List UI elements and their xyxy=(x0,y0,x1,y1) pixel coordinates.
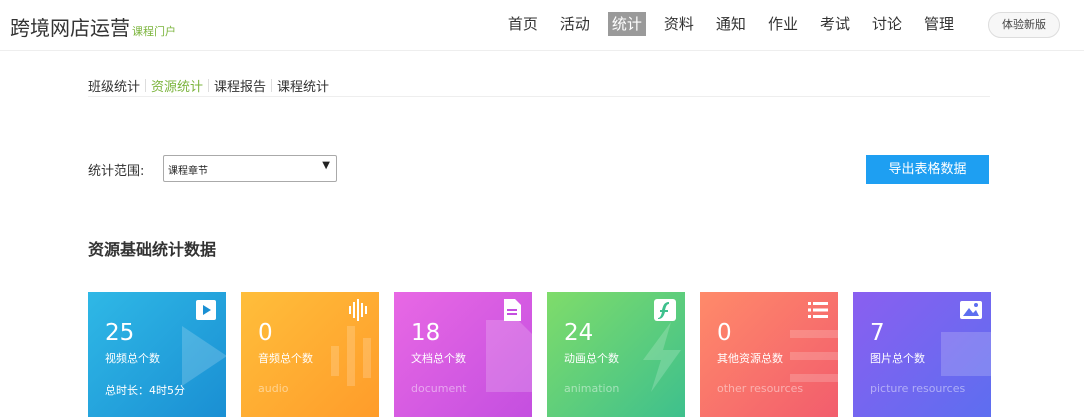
stat-label: 动画总个数 xyxy=(564,352,619,365)
nav-home[interactable]: 首页 xyxy=(504,12,542,36)
stat-extra: document xyxy=(411,382,467,395)
document-bg-icon xyxy=(486,320,532,392)
course-title: 跨境网店运营 课程门户 xyxy=(10,12,176,41)
stat-card-other[interactable]: 0 其他资源总数 other resources xyxy=(700,292,838,417)
subnav-divider xyxy=(145,78,147,92)
subnav-divider xyxy=(208,78,210,92)
stat-label: 视频总个数 xyxy=(105,352,160,365)
stat-extra: 总时长：4时5分 xyxy=(105,384,185,397)
main-nav: 首页 活动 统计 资料 通知 作业 考试 讨论 管理 xyxy=(504,12,958,36)
export-table-button[interactable]: 导出表格数据 xyxy=(866,155,989,184)
nav-discussion[interactable]: 讨论 xyxy=(868,12,906,36)
stat-count: 18 xyxy=(411,320,441,346)
stat-card-video[interactable]: 25 视频总个数 总时长：4时5分 xyxy=(88,292,226,417)
stat-label: 其他资源总数 xyxy=(717,352,783,365)
section-title: 资源基础统计数据 xyxy=(88,240,217,259)
stat-label: 音频总个数 xyxy=(258,352,313,365)
nav-exams[interactable]: 考试 xyxy=(816,12,854,36)
course-portal-link[interactable]: 课程门户 xyxy=(132,25,176,38)
nav-statistics[interactable]: 统计 xyxy=(607,12,646,36)
stat-count: 24 xyxy=(564,320,594,346)
range-select[interactable]: 课程章节 ▼ xyxy=(163,155,337,182)
nav-materials[interactable]: 资料 xyxy=(660,12,698,36)
subnav-course-report[interactable]: 课程报告 xyxy=(214,76,266,95)
nav-manage[interactable]: 管理 xyxy=(920,12,958,36)
sub-nav: 班级统计 资源统计 课程报告 课程统计 xyxy=(88,74,990,97)
stat-extra: animation xyxy=(564,382,620,395)
try-new-version-button[interactable]: 体验新版 xyxy=(988,12,1060,38)
image-icon xyxy=(960,301,982,319)
animation-bg-icon xyxy=(643,322,681,392)
course-title-text: 跨境网店运营 xyxy=(10,16,130,40)
nav-homework[interactable]: 作业 xyxy=(764,12,802,36)
subnav-resource-stats[interactable]: 资源统计 xyxy=(151,76,203,95)
nav-notices[interactable]: 通知 xyxy=(712,12,750,36)
stat-count: 0 xyxy=(258,320,273,346)
stat-extra: other resources xyxy=(717,382,804,395)
stat-extra: picture resources xyxy=(870,382,966,395)
document-icon xyxy=(504,299,521,321)
stat-label: 图片总个数 xyxy=(870,352,925,365)
top-bar: 跨境网店运营 课程门户 首页 活动 统计 资料 通知 作业 考试 讨论 管理 体验… xyxy=(0,0,1084,51)
stat-card-picture[interactable]: 7 图片总个数 picture resources xyxy=(853,292,991,417)
stat-card-animation[interactable]: 24 动画总个数 animation xyxy=(547,292,685,417)
range-select-value: 课程章节 xyxy=(168,166,208,177)
video-icon xyxy=(196,300,216,320)
flash-icon xyxy=(654,299,676,321)
stat-label: 文档总个数 xyxy=(411,352,466,365)
stat-card-audio[interactable]: 0 音频总个数 audio xyxy=(241,292,379,417)
stat-count: 7 xyxy=(870,320,885,346)
subnav-course-stats[interactable]: 课程统计 xyxy=(277,76,329,95)
chevron-down-icon: ▼ xyxy=(322,160,330,171)
audio-wave-icon xyxy=(349,299,367,321)
subnav-class-stats[interactable]: 班级统计 xyxy=(88,76,140,95)
list-icon xyxy=(808,302,828,318)
stat-count: 25 xyxy=(105,320,135,346)
range-label: 统计范围: xyxy=(88,164,145,179)
stat-extra: audio xyxy=(258,382,289,395)
subnav-divider xyxy=(271,78,273,92)
stat-count: 0 xyxy=(717,320,732,346)
nav-activity[interactable]: 活动 xyxy=(556,12,594,36)
audio-bg-icon xyxy=(331,326,371,386)
stat-card-document[interactable]: 18 文档总个数 document xyxy=(394,292,532,417)
